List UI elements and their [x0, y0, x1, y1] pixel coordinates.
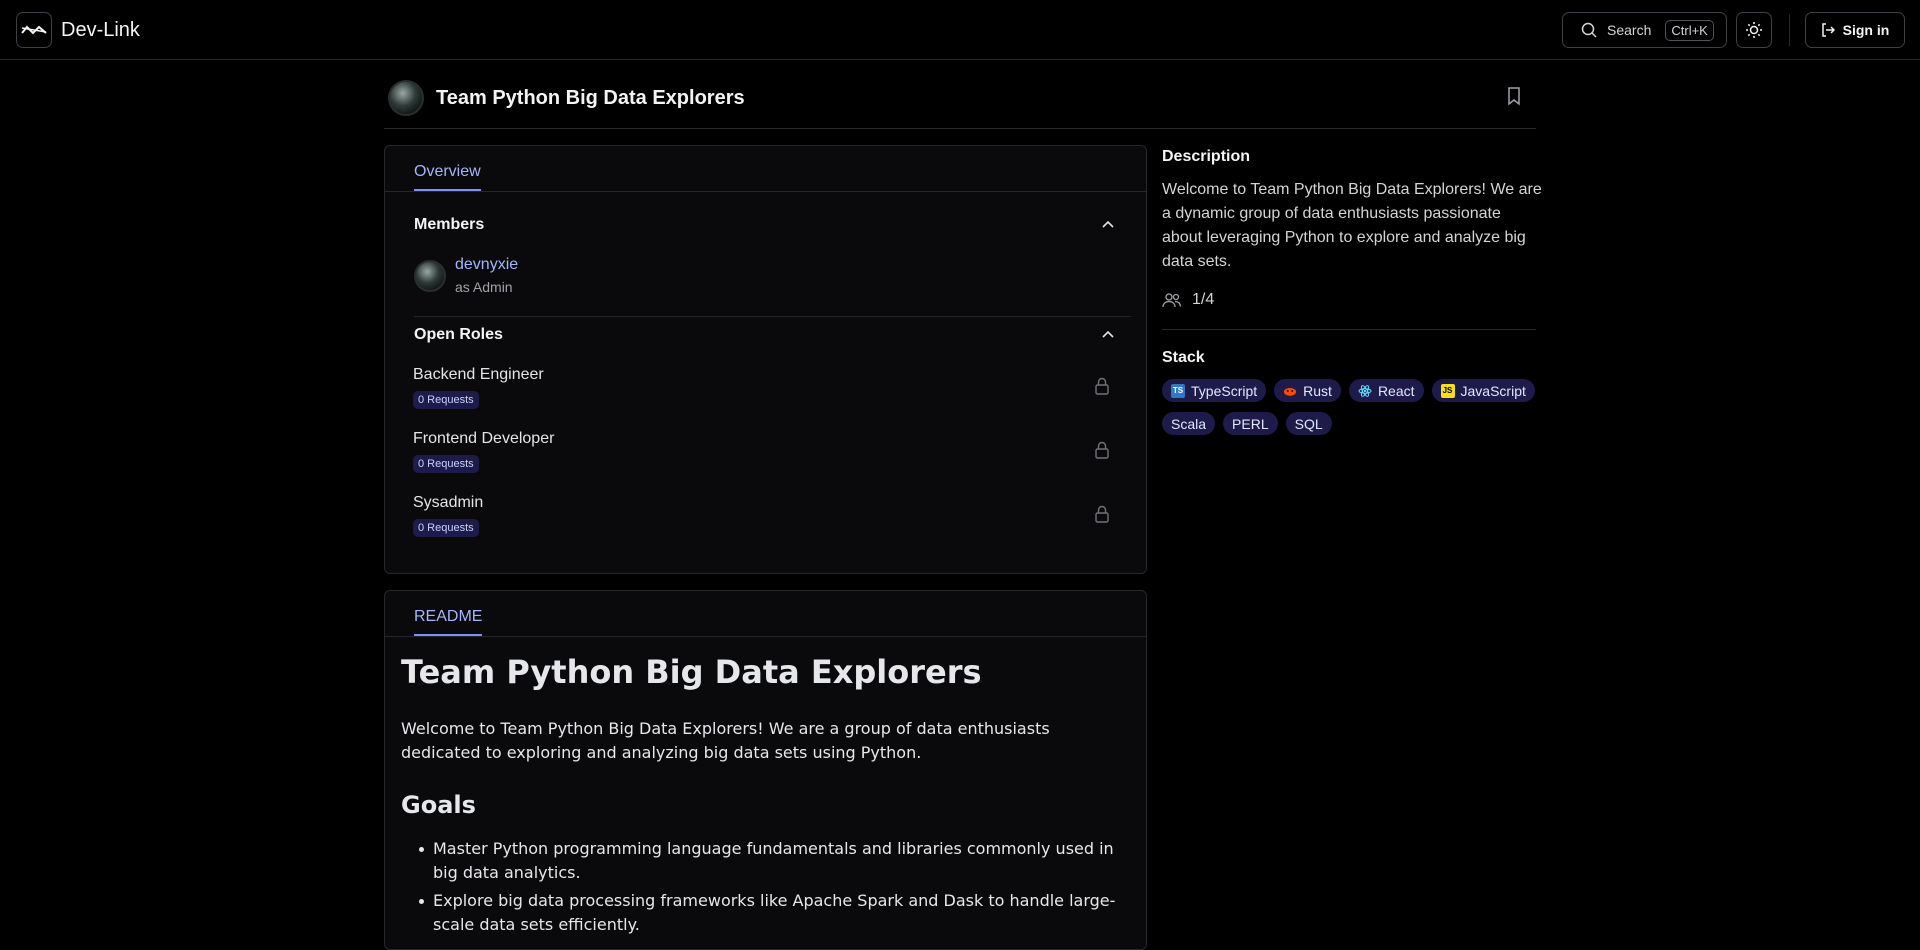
stack-chip-label: React [1377, 382, 1415, 399]
stack-chip-label: TypeScript [1191, 382, 1258, 399]
role-name: Backend Engineer [413, 366, 544, 383]
team-avatar [388, 80, 424, 116]
tab-overview[interactable]: Overview [414, 163, 481, 191]
page-title: Team Python Big Data Explorers [436, 87, 745, 109]
readme-heading: Team Python Big Data Explorers [401, 653, 982, 691]
overview-card: Overview Members devnyxie as Admin Open … [384, 145, 1147, 574]
readme-goals-list: Master Python programming language funda… [401, 837, 1131, 937]
stack-list: TS TypeScript Rust React JS JavaScript S… [1162, 379, 1542, 435]
top-navbar: Dev-Link Search Ctrl+K Sign in [0, 0, 1920, 60]
description-text: Welcome to Team Python Big Data Explorer… [1162, 181, 1542, 270]
stack-chip-label: Scala [1171, 415, 1207, 432]
chevron-up-icon[interactable] [1101, 330, 1115, 340]
role-item-backend-engineer[interactable]: Backend Engineer 0 Requests [413, 366, 1130, 418]
tab-readme[interactable]: README [414, 608, 483, 636]
stack-chip-sql[interactable]: SQL [1285, 412, 1332, 435]
rust-icon [1283, 384, 1297, 398]
readme-content: Team Python Big Data Explorers Welcome t… [401, 653, 1131, 941]
stack-title: Stack [1162, 349, 1205, 366]
list-item: Master Python programming language funda… [401, 837, 1131, 885]
lock-icon[interactable] [1094, 504, 1110, 524]
search-icon [1581, 22, 1597, 38]
requests-badge: 0 Requests [413, 519, 479, 537]
theme-toggle-button[interactable] [1736, 12, 1772, 48]
search-label: Search [1607, 22, 1652, 38]
search-button[interactable]: Search Ctrl+K [1562, 12, 1727, 48]
sign-in-button[interactable]: Sign in [1805, 12, 1905, 48]
member-role: as Admin [455, 279, 513, 295]
react-icon [1358, 384, 1372, 398]
stack-chip-label: JavaScript [1460, 382, 1526, 399]
javascript-icon: JS [1440, 383, 1455, 398]
stack-chip-perl[interactable]: PERL [1223, 412, 1278, 435]
lock-icon[interactable] [1094, 376, 1110, 396]
stack-chip-javascript[interactable]: JS JavaScript [1431, 379, 1535, 402]
lock-icon[interactable] [1094, 440, 1110, 460]
bookmark-button[interactable] [1506, 86, 1522, 111]
header-divider [1789, 14, 1790, 46]
stack-chip-label: Rust [1303, 382, 1332, 399]
stack-chip-label: PERL [1232, 415, 1269, 432]
member-count-value: 1/4 [1192, 291, 1215, 308]
typescript-icon: TS [1171, 383, 1185, 398]
overview-tabbar: Overview [385, 146, 1146, 192]
requests-badge: 0 Requests [413, 391, 479, 409]
stack-chip-label: SQL [1294, 415, 1323, 432]
sidebar-divider [1162, 329, 1536, 330]
list-item: Explore big data processing frameworks l… [401, 889, 1131, 937]
description-title: Description [1162, 148, 1251, 165]
readme-goals-heading: Goals [401, 791, 476, 819]
avatar[interactable] [414, 260, 446, 292]
sun-icon [1746, 22, 1762, 38]
users-icon [1162, 293, 1182, 308]
readme-card: README Team Python Big Data Explorers We… [384, 590, 1147, 950]
member-count: 1/4 [1162, 291, 1214, 309]
readme-tabbar: README [385, 591, 1146, 637]
stack-chip-scala[interactable]: Scala [1162, 412, 1216, 435]
stack-chip-rust[interactable]: Rust [1274, 379, 1341, 402]
sign-in-label: Sign in [1842, 22, 1890, 38]
members-title: Members [414, 216, 485, 233]
role-item-frontend-developer[interactable]: Frontend Developer 0 Requests [413, 430, 1130, 482]
bookmark-icon [1508, 87, 1520, 106]
search-shortcut: Ctrl+K [1665, 19, 1714, 41]
open-roles-title: Open Roles [414, 326, 503, 343]
stack-chip-react[interactable]: React [1348, 379, 1424, 402]
team-header: Team Python Big Data Explorers [384, 78, 1536, 129]
brand-name: Dev-Link [61, 18, 140, 41]
requests-badge: 0 Requests [413, 455, 479, 473]
role-name: Sysadmin [413, 494, 484, 511]
brand[interactable]: Dev-Link [16, 12, 140, 48]
role-item-sysadmin[interactable]: Sysadmin 0 Requests [413, 494, 1130, 546]
section-divider [414, 316, 1131, 317]
role-name: Frontend Developer [413, 430, 555, 447]
brand-logo-icon [16, 12, 52, 48]
stack-chip-typescript[interactable]: TS TypeScript [1162, 379, 1267, 402]
chevron-up-icon[interactable] [1101, 220, 1115, 230]
member-name[interactable]: devnyxie [455, 256, 518, 274]
sign-in-icon [1821, 23, 1835, 37]
readme-intro: Welcome to Team Python Big Data Explorer… [401, 719, 1050, 762]
